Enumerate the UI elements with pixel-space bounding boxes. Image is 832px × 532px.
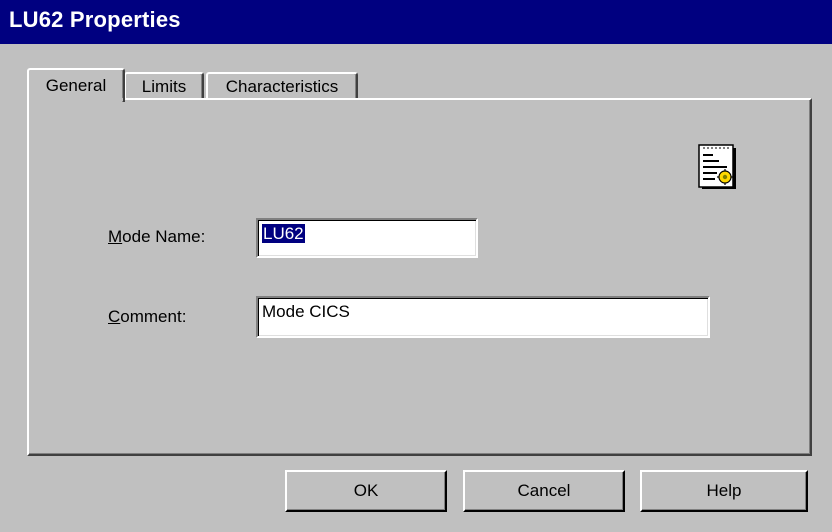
comment-mnemonic: C [108,307,121,326]
mode-name-mnemonic: M [108,227,123,246]
tab-limits[interactable]: Limits [124,72,204,100]
tab-characteristics-label: Characteristics [225,77,339,96]
tab-limits-label: Limits [141,77,187,96]
comment-value: Mode CICS [262,302,350,321]
mode-name-label-text: ode Name: [122,227,206,246]
mode-name-value: LU62 [262,224,305,243]
comment-input[interactable]: Mode CICS [256,296,710,338]
mode-name-input[interactable]: LU62 [256,218,478,258]
window-title: LU62 Properties [9,7,181,32]
mode-name-label: Mode Name: [108,227,205,247]
general-tab-panel [27,98,812,456]
comment-label: Comment: [108,307,186,327]
help-button-label: Help [706,481,742,500]
cancel-button-label: Cancel [517,481,571,500]
help-button[interactable]: Help [640,470,808,512]
properties-document-icon [698,144,736,189]
tab-characteristics[interactable]: Characteristics [206,72,358,100]
cancel-button[interactable]: Cancel [463,470,625,512]
ok-button-label: OK [353,481,379,500]
comment-label-text: omment: [120,307,187,326]
tab-general[interactable]: General [27,68,125,102]
title-bar[interactable]: LU62 Properties [0,0,832,44]
ok-button[interactable]: OK [285,470,447,512]
tab-general-label: General [45,76,107,95]
active-tab-joint [29,98,123,101]
